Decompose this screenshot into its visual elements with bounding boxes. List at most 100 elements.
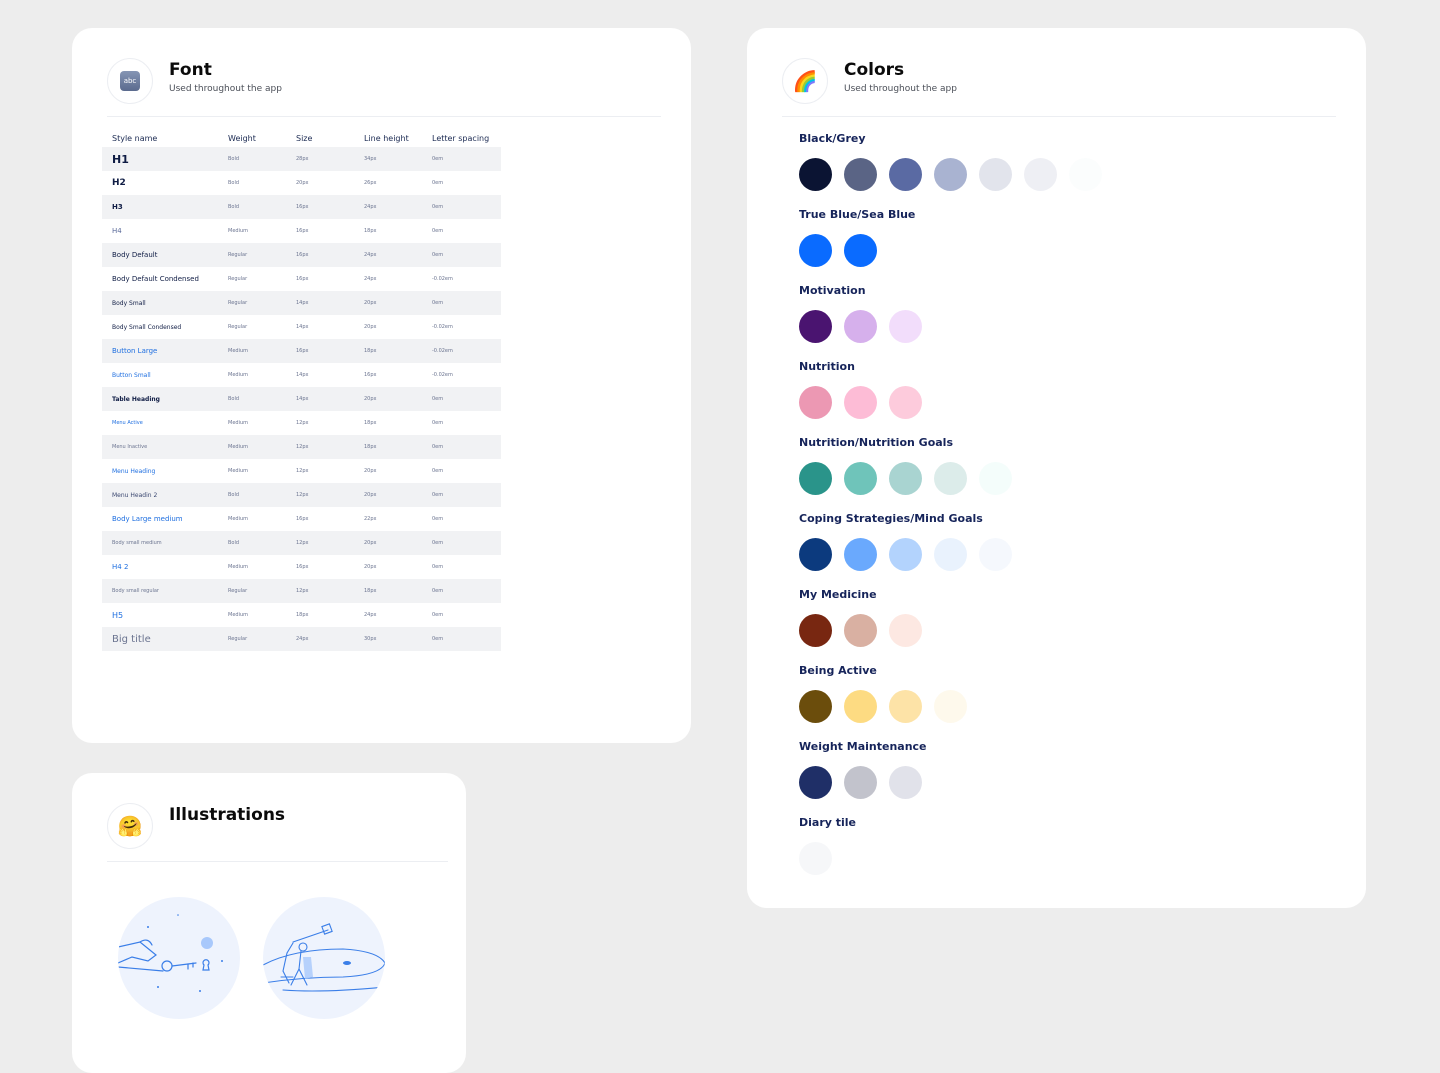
abc-icon: abc [120, 71, 140, 91]
size-cell: 24px [296, 636, 309, 642]
weight-cell: Bold [228, 396, 240, 402]
typography-table: Style name Weight Size Line height Lette… [102, 130, 501, 651]
swatch-row [799, 310, 934, 343]
size-cell: 28px [296, 156, 309, 162]
color-swatch [889, 614, 922, 647]
style-name-cell: Big title [112, 633, 151, 645]
table-row: Menu Headin 2 Bold 12px 20px 0em [102, 483, 501, 507]
size-cell: 12px [296, 468, 309, 474]
table-row: Menu Active Medium 12px 18px 0em [102, 411, 501, 435]
letter-spacing-cell: 0em [432, 204, 444, 210]
line-height-cell: 18px [364, 228, 377, 234]
style-name-cell: H4 2 [112, 563, 129, 571]
color-swatch [844, 386, 877, 419]
line-height-cell: 22px [364, 516, 377, 522]
size-cell: 12px [296, 420, 309, 426]
size-cell: 16px [296, 204, 309, 210]
colors-card-subtitle: Used throughout the app [844, 84, 957, 94]
telescope-illustration [263, 897, 385, 1019]
table-row: H4 2 Medium 16px 20px 0em [102, 555, 501, 579]
typography-rows: H1 Bold 28px 34px 0em H2 Bold 20px 26px 0em H3 Bold… [102, 147, 501, 651]
style-name-cell: Menu Inactive [112, 444, 148, 450]
size-cell: 16px [296, 564, 309, 570]
col-weight: Weight [228, 134, 256, 143]
color-group-title: Being Active [799, 664, 877, 677]
color-swatch [799, 386, 832, 419]
style-name-cell: Body Default [112, 251, 158, 259]
color-swatch [799, 842, 832, 875]
size-cell: 16px [296, 228, 309, 234]
table-row: Menu Heading Medium 12px 20px 0em [102, 459, 501, 483]
illustrations-row [118, 897, 408, 1019]
table-row: Body small regular Regular 12px 18px 0em [102, 579, 501, 603]
size-cell: 18px [296, 612, 309, 618]
colors-card-header: 🌈 Colors Used throughout the app [782, 58, 1336, 117]
table-row: Body small medium Bold 12px 20px 0em [102, 531, 501, 555]
style-name-cell: Body Large medium [112, 515, 183, 523]
size-cell: 14px [296, 372, 309, 378]
color-swatch [889, 386, 922, 419]
line-height-cell: 20px [364, 300, 377, 306]
color-swatch [799, 690, 832, 723]
color-swatch [889, 766, 922, 799]
line-height-cell: 20px [364, 324, 377, 330]
color-swatch [934, 158, 967, 191]
font-card-header: abc Font Used throughout the app [107, 58, 661, 117]
color-swatch [844, 234, 877, 267]
letter-spacing-cell: 0em [432, 564, 444, 570]
letter-spacing-cell: 0em [432, 468, 444, 474]
size-cell: 16px [296, 276, 309, 282]
style-name-cell: Body Small Condensed [112, 323, 182, 331]
swatch-row [799, 538, 1024, 571]
letter-spacing-cell: 0em [432, 396, 444, 402]
line-height-cell: 18px [364, 420, 377, 426]
key-illustration [118, 897, 240, 1019]
color-swatch [1024, 158, 1057, 191]
font-card: abc Font Used throughout the app Style n… [72, 28, 691, 743]
col-style-name: Style name [112, 134, 158, 143]
weight-cell: Regular [228, 324, 248, 330]
letter-spacing-cell: 0em [432, 588, 444, 594]
weight-cell: Bold [228, 492, 240, 498]
font-badge: abc [107, 58, 153, 104]
color-group-title: Motivation [799, 284, 866, 297]
table-row: Menu Inactive Medium 12px 18px 0em [102, 435, 501, 459]
color-swatch [889, 462, 922, 495]
size-cell: 12px [296, 588, 309, 594]
color-swatch [889, 690, 922, 723]
rainbow-icon: 🌈 [782, 58, 828, 104]
color-group-title: Black/Grey [799, 132, 866, 145]
size-cell: 12px [296, 492, 309, 498]
color-swatch [979, 158, 1012, 191]
table-row: Body Large medium Medium 16px 22px 0em [102, 507, 501, 531]
letter-spacing-cell: -0.02em [432, 324, 453, 330]
size-cell: 14px [296, 396, 309, 402]
line-height-cell: 26px [364, 180, 377, 186]
weight-cell: Medium [228, 372, 248, 378]
size-cell: 20px [296, 180, 309, 186]
swatch-row [799, 462, 1024, 495]
letter-spacing-cell: 0em [432, 492, 444, 498]
illustrations-card-title: Illustrations [169, 805, 286, 825]
style-name-cell: Body small medium [112, 540, 162, 546]
color-swatch [1069, 158, 1102, 191]
color-group-title: True Blue/Sea Blue [799, 208, 916, 221]
swatch-row [799, 766, 934, 799]
color-group-title: Nutrition [799, 360, 855, 373]
color-group-title: Diary tile [799, 816, 857, 829]
color-swatch [799, 234, 832, 267]
swatch-row [799, 234, 889, 267]
letter-spacing-cell: 0em [432, 516, 444, 522]
letter-spacing-cell: 0em [432, 156, 444, 162]
style-name-cell: Menu Active [112, 420, 143, 426]
letter-spacing-cell: -0.02em [432, 372, 453, 378]
table-row: Big title Regular 24px 30px 0em [102, 627, 501, 651]
color-swatch [844, 690, 877, 723]
color-swatch [889, 538, 922, 571]
weight-cell: Bold [228, 540, 240, 546]
hugging-face-icon: 🤗 [107, 803, 153, 849]
weight-cell: Regular [228, 252, 248, 258]
style-name-cell: Body Small [112, 299, 146, 307]
table-row: H2 Bold 20px 26px 0em [102, 171, 501, 195]
line-height-cell: 18px [364, 444, 377, 450]
